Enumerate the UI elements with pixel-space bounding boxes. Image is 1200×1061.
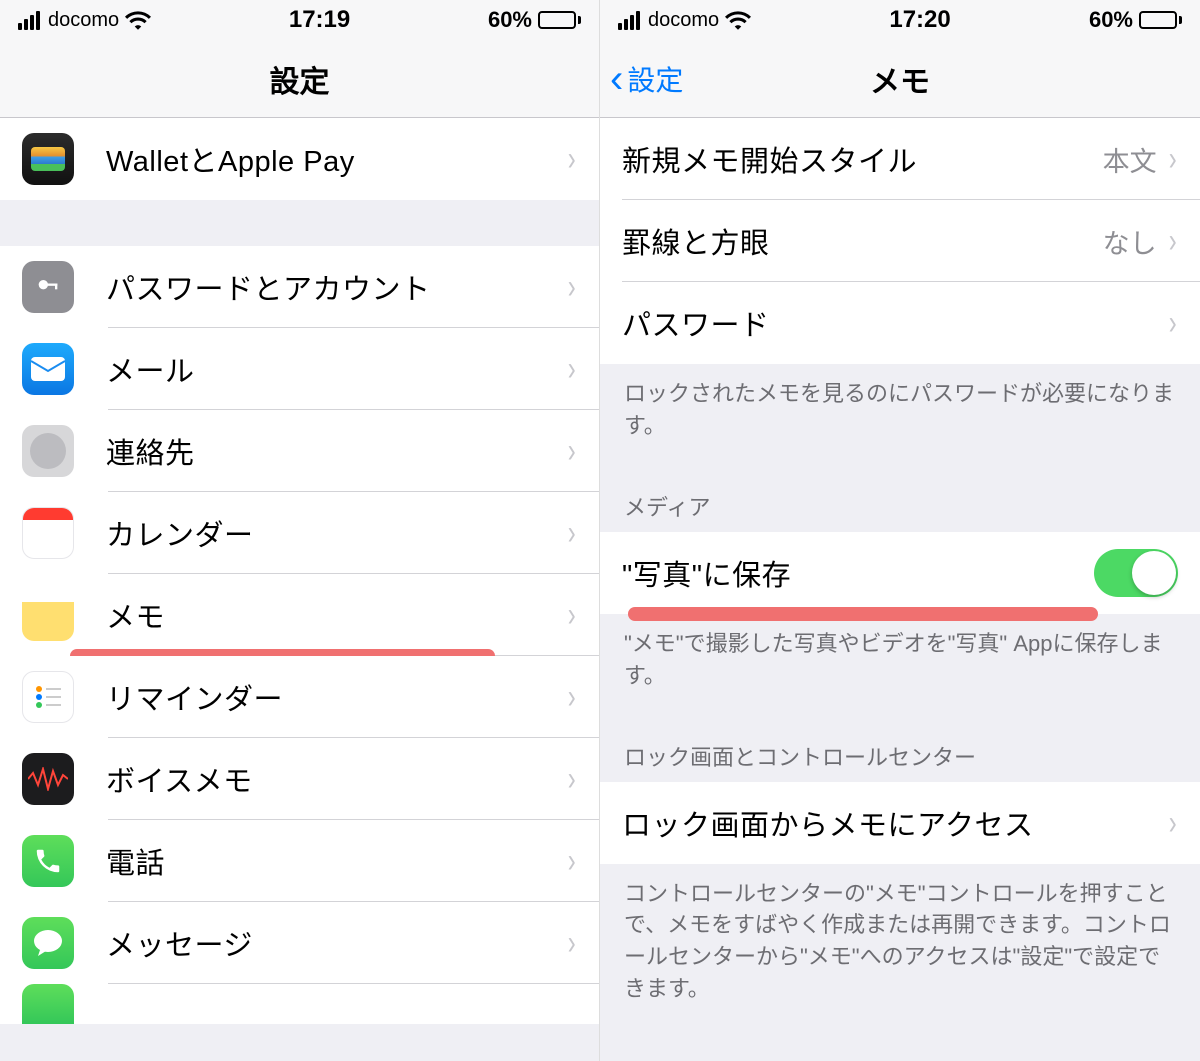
- row-new-note-style[interactable]: 新規メモ開始スタイル 本文 ›: [600, 118, 1200, 200]
- row-label: ボイスメモ: [106, 758, 566, 800]
- row-label: メッセージ: [106, 922, 566, 964]
- notes-icon: [22, 589, 74, 641]
- row-label: パスワード: [622, 302, 1167, 344]
- row-label: メール: [106, 348, 566, 390]
- battery-percent: 60%: [488, 7, 532, 33]
- row-label: 罫線と方眼: [622, 220, 1103, 262]
- row-value: 本文: [1103, 140, 1157, 179]
- row-label: リマインダー: [106, 676, 566, 718]
- row-value: なし: [1103, 222, 1157, 261]
- status-bar: docomo 17:20 60%: [600, 0, 1200, 40]
- cellular-signal-icon: [18, 11, 40, 30]
- carrier-label: docomo: [648, 9, 719, 32]
- chevron-right-icon: ›: [1168, 224, 1176, 258]
- chevron-right-icon: ›: [1168, 806, 1176, 840]
- chevron-right-icon: ›: [1168, 142, 1176, 176]
- row-label: パスワードとアカウント: [106, 266, 566, 308]
- row-messages[interactable]: メッセージ ›: [0, 902, 599, 984]
- settings-root-screen: docomo 17:19 60% 設定 WalletとApple Pay › パ…: [0, 0, 600, 1061]
- footer-save-to-photos: "メモ"で撮影した写真やビデオを"写真" Appに保存します。: [600, 614, 1200, 710]
- footer-lock-access: コントロールセンターの"メモ"コントロールを押すことで、メモをすばやく作成または…: [600, 864, 1200, 1024]
- chevron-right-icon: ›: [567, 844, 575, 878]
- notes-settings-screen: docomo 17:20 60% ‹ 設定 メモ 新規メモ開始スタイル 本文 ›…: [600, 0, 1200, 1061]
- status-bar: docomo 17:19 60%: [0, 0, 599, 40]
- chevron-right-icon: ›: [567, 516, 575, 550]
- battery-percent: 60%: [1089, 7, 1133, 33]
- wallet-icon: [22, 133, 74, 185]
- row-lock-screen-access[interactable]: ロック画面からメモにアクセス ›: [600, 782, 1200, 864]
- wifi-icon: [725, 10, 751, 30]
- row-label: 連絡先: [106, 430, 566, 472]
- header-media: メディア: [600, 460, 1200, 532]
- back-button[interactable]: ‹ 設定: [600, 59, 683, 99]
- chevron-right-icon: ›: [567, 598, 575, 632]
- voicememo-icon: [22, 753, 74, 805]
- row-label: 新規メモ開始スタイル: [622, 138, 1103, 180]
- chevron-right-icon: ›: [567, 926, 575, 960]
- page-title: メモ: [600, 57, 1200, 101]
- row-label: "写真"に保存: [622, 552, 1094, 594]
- nav-bar: 設定: [0, 40, 599, 118]
- clock: 17:19: [289, 6, 350, 34]
- row-lines-grids[interactable]: 罫線と方眼 なし ›: [600, 200, 1200, 282]
- battery-icon: [538, 11, 581, 29]
- reminders-icon: [22, 671, 74, 723]
- facetime-icon: [22, 984, 74, 1024]
- key-icon: [22, 261, 74, 313]
- row-contacts[interactable]: 連絡先 ›: [0, 410, 599, 492]
- back-label: 設定: [627, 59, 683, 99]
- wifi-icon: [125, 10, 151, 30]
- chevron-right-icon: ›: [567, 434, 575, 468]
- save-to-photos-toggle[interactable]: [1094, 549, 1178, 597]
- row-reminders[interactable]: リマインダー ›: [0, 656, 599, 738]
- messages-icon: [22, 917, 74, 969]
- row-phone[interactable]: 電話 ›: [0, 820, 599, 902]
- row-calendar[interactable]: カレンダー ›: [0, 492, 599, 574]
- header-lock: ロック画面とコントロールセンター: [600, 710, 1200, 782]
- row-save-to-photos: "写真"に保存: [600, 532, 1200, 614]
- row-passwords[interactable]: パスワードとアカウント ›: [0, 246, 599, 328]
- row-password[interactable]: パスワード ›: [600, 282, 1200, 364]
- chevron-left-icon: ‹: [610, 59, 623, 99]
- clock: 17:20: [889, 6, 950, 34]
- row-label: ロック画面からメモにアクセス: [622, 802, 1167, 844]
- page-title: 設定: [0, 57, 599, 101]
- chevron-right-icon: ›: [567, 680, 575, 714]
- row-label: WalletとApple Pay: [106, 138, 566, 180]
- chevron-right-icon: ›: [567, 142, 575, 176]
- chevron-right-icon: ›: [567, 270, 575, 304]
- nav-bar: ‹ 設定 メモ: [600, 40, 1200, 118]
- row-label: カレンダー: [106, 512, 566, 554]
- row-label: 電話: [106, 840, 566, 882]
- row-label: メモ: [106, 594, 566, 636]
- carrier-label: docomo: [48, 9, 119, 32]
- row-mail[interactable]: メール ›: [0, 328, 599, 410]
- battery-icon: [1139, 11, 1182, 29]
- phone-icon: [22, 835, 74, 887]
- footer-password: ロックされたメモを見るのにパスワードが必要になります。: [600, 364, 1200, 460]
- chevron-right-icon: ›: [567, 352, 575, 386]
- calendar-icon: [22, 507, 74, 559]
- mail-icon: [22, 343, 74, 395]
- contacts-icon: [22, 425, 74, 477]
- row-notes[interactable]: メモ ›: [0, 574, 599, 656]
- highlight-marker: [628, 607, 1098, 621]
- chevron-right-icon: ›: [1168, 306, 1176, 340]
- row-voicememo[interactable]: ボイスメモ ›: [0, 738, 599, 820]
- row-facetime[interactable]: [0, 984, 599, 1024]
- cellular-signal-icon: [618, 11, 640, 30]
- chevron-right-icon: ›: [567, 762, 575, 796]
- row-wallet-applepay[interactable]: WalletとApple Pay ›: [0, 118, 599, 200]
